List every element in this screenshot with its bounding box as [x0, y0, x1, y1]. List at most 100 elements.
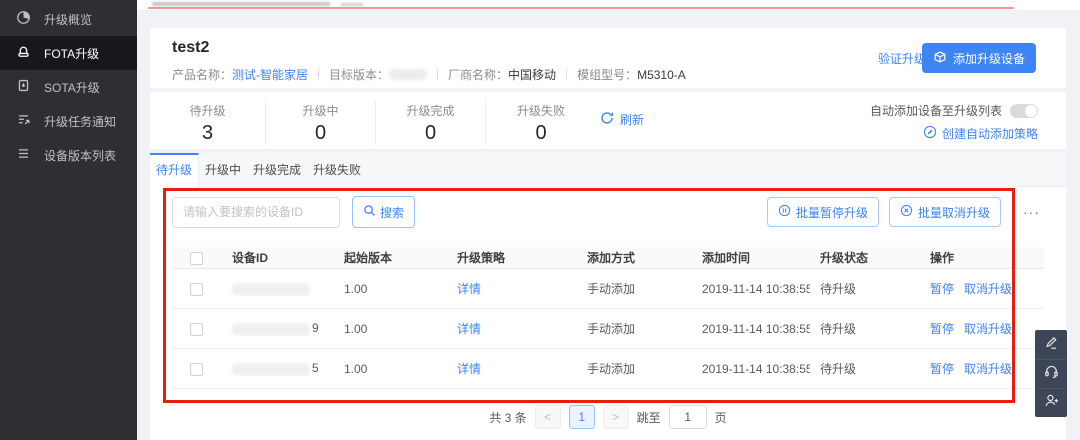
stats-columns: 待升级 3 升级中 0 升级完成 0 升级失败 0 [150, 100, 596, 145]
sidebar-item-device-version-list[interactable]: 设备版本列表 [0, 138, 137, 172]
product-name-link[interactable]: 测试-智能家居 [232, 66, 308, 83]
search-button[interactable]: 搜索 [352, 196, 416, 228]
batch-pause-upgrade-button[interactable]: 批量暂停升级 [766, 197, 879, 227]
col-status: 升级状态 [820, 251, 869, 265]
add-time: 2019-11-14 10:38:55 [702, 321, 810, 336]
task-notify-icon [16, 112, 31, 130]
add-upgrade-device-button[interactable]: 添加升级设备 [921, 43, 1036, 73]
search-button-label: 搜索 [380, 205, 405, 220]
strategy-detail-link[interactable]: 详情 [457, 322, 481, 336]
stats-card: 待升级 3 升级中 0 升级完成 0 升级失败 0 刷新 自动添加设备至升级列表… [150, 92, 1066, 149]
col-strategy: 升级策略 [457, 251, 506, 265]
stat-value: 0 [424, 122, 437, 144]
pie-chart-icon [16, 10, 31, 28]
create-auto-add-policy-link[interactable]: 创建自动添加策略 [923, 125, 1038, 142]
batch-cancel-upgrade-button[interactable]: 批量取消升级 [888, 197, 1001, 227]
cancel-circle-icon [900, 204, 913, 220]
sidebar-item-label: 升级任务通知 [44, 114, 117, 129]
table-header-row: 设备ID 起始版本 升级策略 添加方式 添加时间 升级状态 操作 [172, 247, 1044, 269]
sidebar-item-upgrade-overview[interactable]: 升级概览 [0, 2, 137, 36]
stat-value: 0 [314, 122, 327, 144]
row-checkbox[interactable] [190, 282, 203, 296]
pause-action-link[interactable]: 暂停 [930, 362, 954, 376]
upgrade-status: 待升级 [820, 322, 857, 336]
device-id-search-input[interactable] [172, 196, 340, 228]
start-version: 1.00 [344, 281, 368, 296]
next-page-button[interactable]: > [602, 405, 629, 429]
support-button[interactable] [1035, 359, 1067, 388]
start-version: 1.00 [344, 361, 368, 376]
stat-completed: 升级完成 0 [376, 100, 486, 145]
list-toolbar: 搜索 批量暂停升级 [172, 196, 1040, 228]
add-time: 2019-11-14 10:38:55 [702, 361, 810, 376]
status-tabs: 待升级 升级中 升级完成 升级失败 [150, 153, 1066, 187]
pause-action-link[interactable]: 暂停 [930, 322, 954, 336]
stat-label: 升级中 [302, 104, 339, 118]
cancel-upgrade-action-link[interactable]: 取消升级 [964, 362, 1012, 376]
device-id-suffix: 9 [312, 321, 319, 336]
feedback-button[interactable] [1035, 330, 1067, 359]
row-checkbox[interactable] [190, 322, 203, 336]
task-meta: 产品名称： 测试-智能家居 目标版本： 厂商名称： 中国移动 模组型号： M5310-… [172, 66, 686, 83]
auto-add-toggle[interactable] [1010, 103, 1038, 118]
col-actions: 操作 [930, 251, 955, 265]
target-version-label: 目标版本： [329, 68, 390, 82]
device-table: 设备ID 起始版本 升级策略 添加方式 添加时间 升级状态 操作 1.00 详情… [172, 247, 1044, 389]
headset-icon [1044, 364, 1059, 384]
table-row: 5 1.00 详情 手动添加 2019-11-14 10:38:55 待升级 暂… [172, 349, 1044, 389]
col-add-mode: 添加方式 [587, 251, 636, 265]
fota-upgrade-page: 升级概览 FOTA升级 SOTA升级 升级任务通知 设备版本列表 test2 产… [0, 0, 1080, 440]
task-header-card: test2 产品名称： 测试-智能家居 目标版本： 厂商名称： 中国移动 模组型号：… [150, 28, 1066, 88]
stat-label: 升级完成 [406, 104, 455, 118]
fota-device-icon [16, 44, 31, 62]
stat-value: 3 [201, 122, 214, 144]
verify-upgrade-button[interactable]: 验证升级 [878, 50, 926, 67]
stat-value: 0 [535, 122, 547, 144]
col-start-version: 起始版本 [344, 251, 393, 265]
refresh-button[interactable]: 刷新 [600, 111, 644, 128]
floating-tools-panel [1035, 330, 1067, 417]
add-user-button[interactable] [1035, 388, 1067, 417]
tab-upgrading[interactable]: 升级中 [199, 153, 247, 187]
select-all-checkbox[interactable] [190, 251, 203, 265]
clipped-red-annotation-line [148, 7, 1014, 9]
vendor-name-label: 厂商名称： [448, 68, 509, 82]
strategy-detail-link[interactable]: 详情 [457, 362, 481, 376]
masked-target-version [389, 69, 428, 80]
meta-divider [566, 69, 568, 80]
sidebar-item-label: 升级概览 [44, 12, 93, 27]
stat-label: 待升级 [189, 104, 226, 118]
stat-label: 升级失败 [516, 104, 565, 118]
auto-add-setting: 自动添加设备至升级列表 [870, 102, 1038, 119]
add-mode: 手动添加 [587, 362, 636, 376]
jump-to-label: 跳至 [636, 410, 661, 425]
refresh-label: 刷新 [620, 113, 645, 127]
tab-completed[interactable]: 升级完成 [247, 153, 307, 187]
more-actions-button[interactable]: ··· [1023, 204, 1040, 220]
row-checkbox[interactable] [190, 362, 203, 376]
tab-failed[interactable]: 升级失败 [307, 153, 367, 187]
pagination: 共 3 条 < 1 > 跳至 页 [150, 405, 1066, 429]
tab-pending[interactable]: 待升级 [150, 153, 200, 187]
upgrade-status: 待升级 [820, 282, 857, 296]
pagination-total: 共 3 条 [489, 410, 527, 425]
table-row: 1.00 详情 手动添加 2019-11-14 10:38:55 待升级 暂停取… [172, 269, 1044, 309]
sidebar-item-sota-upgrade[interactable]: SOTA升级 [0, 70, 137, 104]
table-row: 9 1.00 详情 手动添加 2019-11-14 10:38:55 待升级 暂… [172, 309, 1044, 349]
prev-page-button[interactable]: < [534, 405, 561, 429]
sidebar-item-fota-upgrade[interactable]: FOTA升级 [0, 36, 137, 70]
pause-circle-icon [778, 204, 791, 220]
jump-page-input[interactable] [668, 405, 707, 429]
masked-device-id [232, 282, 310, 296]
strategy-detail-link[interactable]: 详情 [457, 282, 481, 296]
col-device-id: 设备ID [232, 251, 269, 265]
cancel-upgrade-action-link[interactable]: 取消升级 [964, 322, 1012, 336]
pause-action-link[interactable]: 暂停 [930, 282, 954, 296]
page-number-button[interactable]: 1 [568, 405, 595, 429]
cancel-upgrade-action-link[interactable]: 取消升级 [964, 282, 1012, 296]
batch-pause-label: 批量暂停升级 [795, 205, 868, 220]
upgrade-status: 待升级 [820, 362, 857, 376]
stat-failed: 升级失败 0 [486, 100, 596, 145]
device-id-suffix: 5 [312, 361, 319, 376]
sidebar-item-task-notification[interactable]: 升级任务通知 [0, 104, 137, 138]
